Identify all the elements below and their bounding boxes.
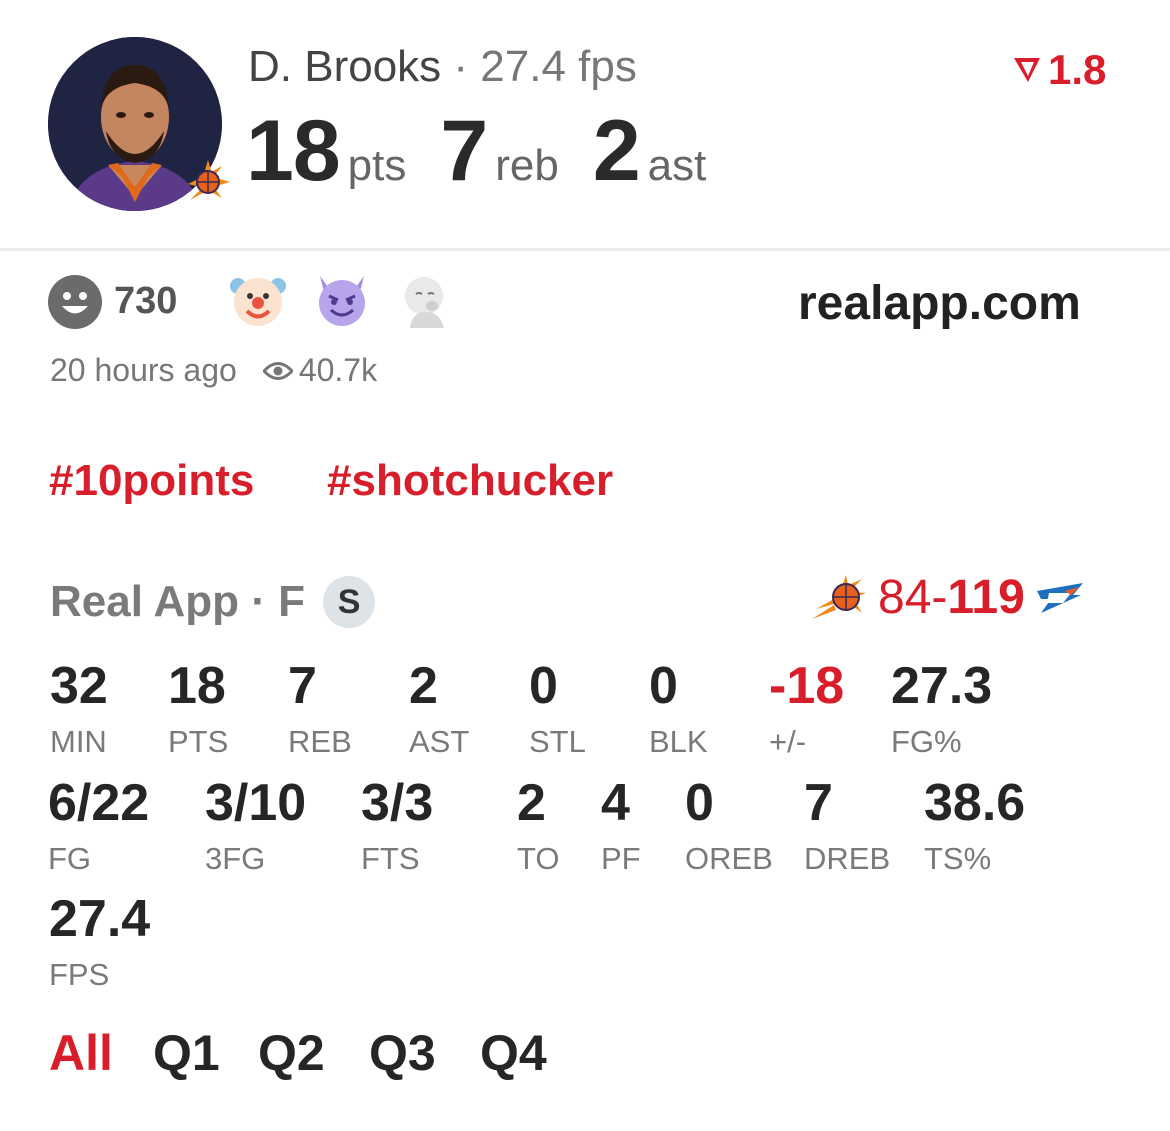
stat-ast-label: AST <box>409 724 470 759</box>
stat-plus-minus-value: -18 <box>769 657 845 715</box>
stat-blk-value: 0 <box>649 657 678 715</box>
stat-pf-value: 4 <box>601 774 630 832</box>
stat-ts-pct-value: 38.6 <box>924 774 1026 832</box>
stat-ast-value: 2 <box>409 657 438 715</box>
stat-3fg-label: 3FG <box>205 841 266 876</box>
eye-icon <box>262 361 293 380</box>
stat-ts-pct-label: TS% <box>924 841 992 876</box>
views-group: 40.7k <box>262 352 378 389</box>
stat-pts-value: 18 <box>168 657 226 715</box>
stat-3fg: 3/10 3FG <box>205 777 306 874</box>
stat-pf-label: PF <box>601 841 641 876</box>
score-away: 119 <box>947 571 1025 624</box>
rating-value: 1.8 <box>1048 46 1107 93</box>
stat-fg-label: FG <box>48 841 92 876</box>
real-logo-icon <box>1014 58 1040 82</box>
stat-fps: 27.4 FPS <box>49 893 150 990</box>
tab-q1[interactable]: Q1 <box>153 1024 220 1082</box>
stat-fts-value: 3/3 <box>361 774 434 832</box>
game-label[interactable]: Real App · F S <box>50 576 376 628</box>
player-name-line: D. Brooks · 27.4 fps <box>248 42 637 92</box>
score-home: 84 <box>878 571 932 624</box>
player-name[interactable]: D. Brooks <box>248 42 441 91</box>
stat-fg-pct-label: FG% <box>891 724 962 759</box>
stat-3fg-value: 3/10 <box>205 774 307 832</box>
stat-ast: 2 AST <box>409 660 469 757</box>
headline-pts: 18 <box>246 103 341 199</box>
tab-q2[interactable]: Q2 <box>258 1024 325 1082</box>
smirk-baby-emoji-icon[interactable] <box>398 272 454 328</box>
stat-fg-value: 6/22 <box>48 774 150 832</box>
stat-plus-minus: -18 +/- <box>769 660 844 757</box>
post-meta: 20 hours ago 40.7k <box>50 352 377 389</box>
stat-fg: 6/22 FG <box>48 777 149 874</box>
headline-statline: 18 pts 7 reb 2 ast <box>246 102 740 201</box>
stat-oreb-label: OREB <box>685 841 773 876</box>
stat-fps-value: 27.4 <box>49 890 151 948</box>
stat-min-label: MIN <box>50 724 107 759</box>
tab-q3[interactable]: Q3 <box>369 1024 436 1082</box>
suns-logo-icon <box>812 574 866 619</box>
stat-min: 32 MIN <box>50 660 108 757</box>
headline-ast-unit: ast <box>647 141 707 190</box>
thunder-logo-icon <box>1036 582 1083 613</box>
game-source-label: Real App · F <box>50 577 306 626</box>
stat-oreb: 0 OREB <box>685 777 773 874</box>
suns-logo-icon <box>186 160 230 204</box>
stat-plus-minus-label: +/- <box>769 724 807 759</box>
stat-fps-label: FPS <box>49 957 110 992</box>
name-separator: · <box>453 42 469 91</box>
stat-to-label: TO <box>517 841 560 876</box>
stat-fg-pct: 27.3 FG% <box>891 660 992 757</box>
stat-ts-pct: 38.6 TS% <box>924 777 1025 874</box>
headline-reb: 7 <box>440 103 488 199</box>
stat-fts: 3/3 FTS <box>361 777 433 874</box>
stat-reb-label: REB <box>288 724 352 759</box>
tab-all[interactable]: All <box>49 1024 113 1082</box>
score-dash: - <box>931 571 948 624</box>
section-divider <box>0 248 1170 251</box>
stat-oreb-value: 0 <box>685 774 714 832</box>
stat-pts-label: PTS <box>168 724 229 759</box>
stat-fg-pct-value: 27.3 <box>891 657 993 715</box>
stat-to-value: 2 <box>517 774 546 832</box>
stat-pts: 18 PTS <box>168 660 228 757</box>
stat-reb-value: 7 <box>288 657 317 715</box>
stat-to: 2 TO <box>517 777 560 874</box>
stat-fts-label: FTS <box>361 841 420 876</box>
tag-10points[interactable]: #10points <box>49 456 254 506</box>
game-score[interactable]: 84-119 <box>812 570 1085 625</box>
tab-q4[interactable]: Q4 <box>480 1024 547 1082</box>
stat-stl: 0 STL <box>529 660 586 757</box>
stat-reb: 7 REB <box>288 660 352 757</box>
reaction-smiley-icon[interactable] <box>48 275 102 329</box>
clown-emoji-icon[interactable] <box>230 272 286 328</box>
game-status-badge: S <box>323 576 376 628</box>
stat-stl-value: 0 <box>529 657 558 715</box>
rating-badge[interactable]: 1.8 <box>1012 46 1106 94</box>
stat-stl-label: STL <box>529 724 586 759</box>
stat-dreb: 7 DREB <box>804 777 890 874</box>
headline-reb-unit: reb <box>495 141 559 190</box>
reaction-count: 730 <box>114 280 178 322</box>
stat-blk-label: BLK <box>649 724 708 759</box>
headline-pts-unit: pts <box>347 141 407 190</box>
stat-dreb-value: 7 <box>804 774 833 832</box>
site-link[interactable]: realapp.com <box>798 276 1081 331</box>
tag-shotchucker[interactable]: #shotchucker <box>327 456 613 506</box>
headline-ast: 2 <box>592 103 641 199</box>
stat-pf: 4 PF <box>601 777 641 874</box>
stat-dreb-label: DREB <box>804 841 891 876</box>
player-fps: 27.4 fps <box>480 42 637 91</box>
post-time: 20 hours ago <box>50 352 237 388</box>
view-count: 40.7k <box>298 352 378 388</box>
devil-emoji-icon[interactable] <box>314 272 370 328</box>
stat-min-value: 32 <box>50 657 108 715</box>
stat-blk: 0 BLK <box>649 660 708 757</box>
